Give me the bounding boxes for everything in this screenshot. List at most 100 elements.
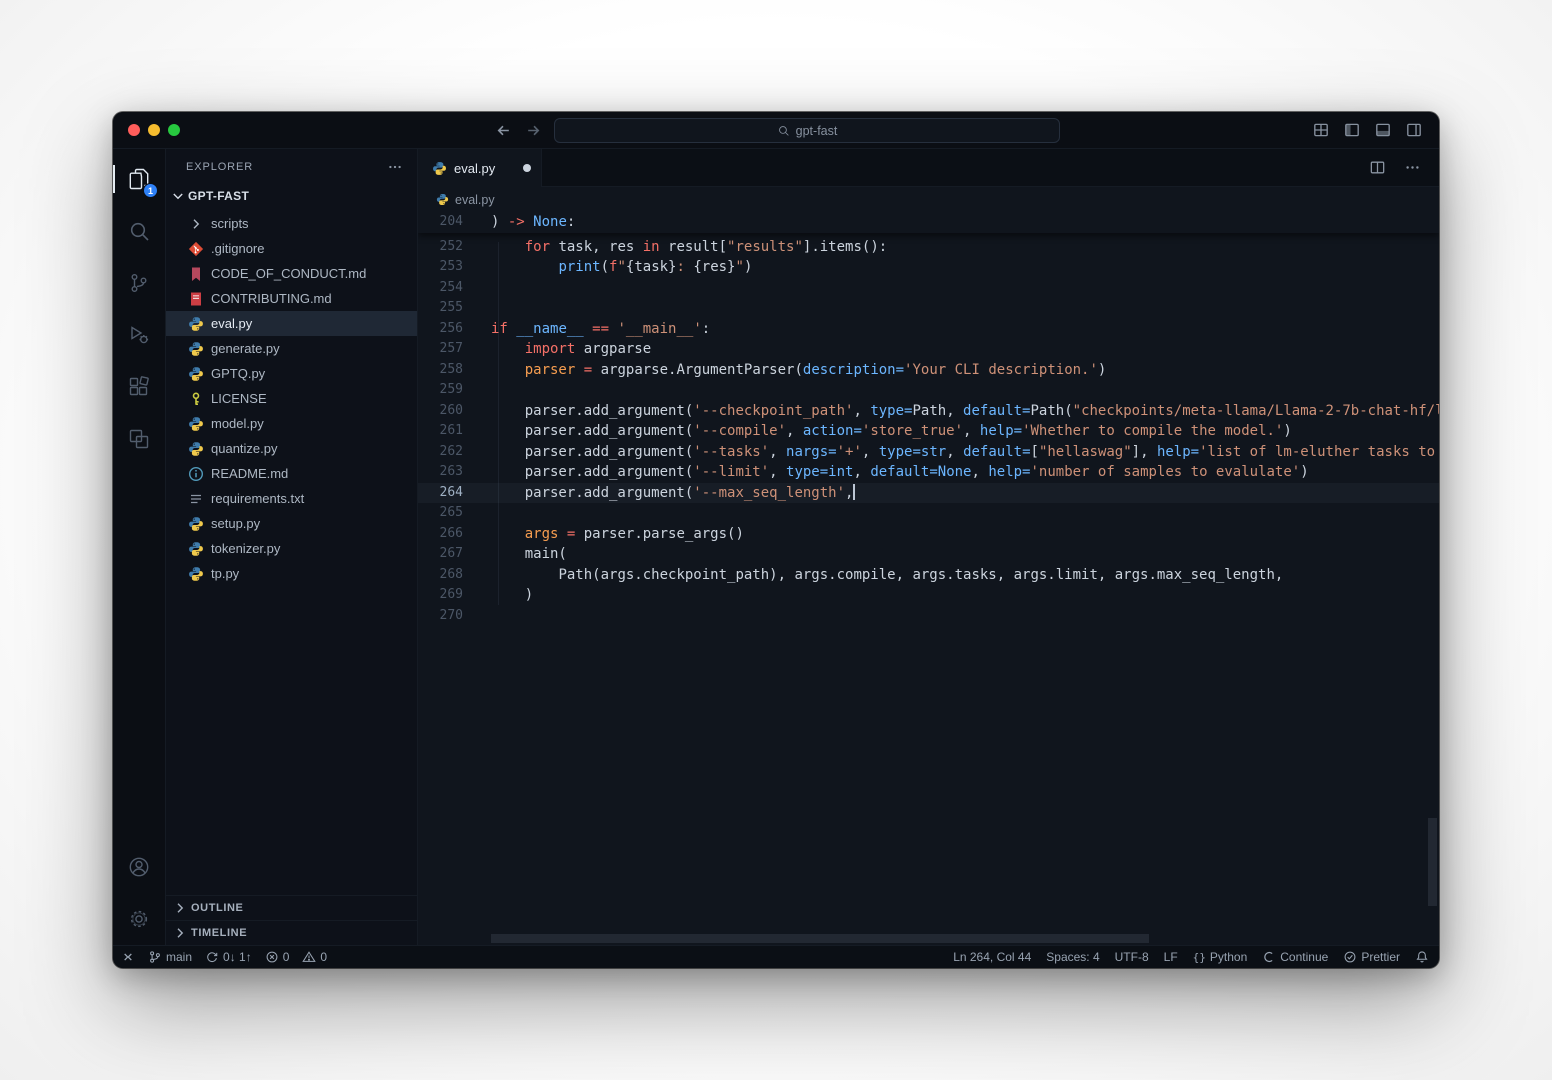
code-line-257[interactable]: 257 import argparse [418,339,1439,360]
status-prettier[interactable]: Prettier [1343,950,1400,964]
toggle-primary-sidebar-icon[interactable] [1343,121,1361,139]
toggle-panel-icon[interactable] [1374,121,1392,139]
file-row-scripts[interactable]: scripts [166,211,417,236]
status-problems-errors[interactable]: 0 [265,950,289,964]
line-content: print(f"{task}: {res}") [558,259,753,275]
file-row-CONTRIBUTING.md[interactable]: CONTRIBUTING.md [166,286,417,311]
toggle-secondary-sidebar-icon[interactable] [1405,121,1423,139]
activity-search[interactable] [113,205,165,257]
section-timeline[interactable]: TIMELINE [166,920,417,945]
file-row-quantize.py[interactable]: quantize.py [166,436,417,461]
code-line-260[interactable]: 260 parser.add_argument('--checkpoint_pa… [418,401,1439,422]
line-number: 265 [439,505,463,520]
code-line-256[interactable]: 256 if __name__ == '__main__': [418,319,1439,340]
code-line-261[interactable]: 261 parser.add_argument('--compile', act… [418,421,1439,442]
activity-remote-explorer[interactable] [113,413,165,465]
vertical-scrollbar[interactable] [1428,818,1437,906]
line-content: parser = argparse.ArgumentParser(descrip… [524,361,1107,378]
modified-dot-icon[interactable] [523,164,531,172]
code-line-253[interactable]: 253 print(f"{task}: {res}") [418,257,1439,278]
indent-guide [498,242,499,605]
file-row-setup.py[interactable]: setup.py [166,511,417,536]
line-content: Path(args.checkpoint_path), args.compile… [558,566,1284,583]
explorer-sidebar: EXPLORER GPT-FAST scripts .gitignore CODE_… [166,149,418,945]
file-row-model.py[interactable]: model.py [166,411,417,436]
line-number: 259 [439,382,463,397]
file-row-GPTQ.py[interactable]: GPTQ.py [166,361,417,386]
close-button[interactable] [128,124,140,136]
sticky-scroll-line[interactable]: 204) -> None: [418,212,1439,233]
line-content: for task, res in result["results"].items… [524,238,888,255]
code-line-262[interactable]: 262 parser.add_argument('--tasks', nargs… [418,442,1439,463]
code-line-263[interactable]: 263 parser.add_argument('--limit', type=… [418,462,1439,483]
section-outline[interactable]: OUTLINE [166,895,417,920]
tree-root-gpt-fast[interactable]: GPT-FAST [166,184,417,207]
check-icon [1343,950,1357,964]
command-center-search[interactable]: gpt-fast [554,118,1060,143]
status-sync[interactable]: 0↓ 1↑ [205,950,252,964]
back-icon[interactable] [495,122,512,139]
status-indentation[interactable]: Spaces: 4 [1046,950,1099,964]
code-line-267[interactable]: 267 main( [418,544,1439,565]
code-line-268[interactable]: 268 Path(args.checkpoint_path), args.com… [418,565,1439,586]
code-line-270[interactable]: 270 [418,606,1439,627]
titlebar[interactable]: gpt-fast [113,112,1439,149]
customize-layout-icon[interactable] [1312,121,1330,139]
file-row-tokenizer.py[interactable]: tokenizer.py [166,536,417,561]
code-line-254[interactable]: 254 [418,278,1439,299]
explorer-title: EXPLORER [186,160,254,173]
explorer-actions-icon[interactable] [387,159,403,175]
activity-accounts[interactable] [113,841,165,893]
split-editor-icon[interactable] [1369,159,1386,176]
status-label: 0 [320,950,328,964]
file-row-requirements.txt[interactable]: requirements.txt [166,486,417,511]
status-continue[interactable]: Continue [1262,950,1328,964]
file-row-eval.py[interactable]: eval.py [166,311,417,336]
status-remote[interactable] [121,950,135,964]
activity-run-debug[interactable] [113,309,165,361]
code-editor[interactable]: 204) -> None: 252 for task, res in resul… [418,212,1439,945]
code-line-269[interactable]: 269 ) [418,585,1439,606]
activity-extensions[interactable] [113,361,165,413]
code-line-252[interactable]: 252 for task, res in result["results"].i… [418,237,1439,258]
status-branch[interactable]: main [148,950,192,964]
file-label: scripts [211,216,249,231]
code-line-265[interactable]: 265 [418,503,1439,524]
code-line-259[interactable]: 259 [418,380,1439,401]
editor-more-actions-icon[interactable] [1404,159,1421,176]
file-row-LICENSE[interactable]: LICENSE [166,386,417,411]
status-encoding[interactable]: UTF-8 [1115,950,1149,964]
vscode-window: gpt-fast 1 EXPLORER GPT-FAST scripts .git… [113,112,1439,968]
status-label: UTF-8 [1114,950,1149,964]
file-row-CODE_OF_CONDUCT.md[interactable]: CODE_OF_CONDUCT.md [166,261,417,286]
code-line-258[interactable]: 258 parser = argparse.ArgumentParser(des… [418,360,1439,381]
code-line-204[interactable]: 204) -> None: [418,212,1439,233]
account-icon [127,855,151,879]
activity-explorer[interactable]: 1 [113,153,165,205]
status-notifications[interactable] [1415,950,1429,964]
text-cursor [853,483,855,500]
python-icon [188,316,204,332]
line-number: 254 [439,279,463,295]
activity-source-control[interactable] [113,257,165,309]
status-problems-warnings[interactable]: 0 [302,950,327,964]
status-language[interactable]: {} Python [1193,950,1248,964]
file-row-tp.py[interactable]: tp.py [166,561,417,586]
activity-settings[interactable] [113,893,165,945]
editor-group: eval.py eval.py 204) -> None: 252 for ta… [418,149,1439,945]
status-eol[interactable]: LF [1164,950,1178,964]
minimize-button[interactable] [148,124,160,136]
status-cursor-position[interactable]: Ln 264, Col 44 [953,950,1031,964]
code-line-266[interactable]: 266 args = parser.parse_args() [418,524,1439,545]
code-line-264[interactable]: 264 parser.add_argument('--max_seq_lengt… [418,482,1439,503]
breadcrumb[interactable]: eval.py [418,187,1439,212]
horizontal-scrollbar[interactable] [491,934,1149,943]
file-row-README.md[interactable]: README.md [166,461,417,486]
file-label: tp.py [211,566,240,581]
file-row-.gitignore[interactable]: .gitignore [166,236,417,261]
zoom-button[interactable] [168,124,180,136]
file-row-generate.py[interactable]: generate.py [166,336,417,361]
tab-eval-py[interactable]: eval.py [418,149,542,187]
forward-icon[interactable] [525,122,542,139]
code-line-255[interactable]: 255 [418,298,1439,319]
